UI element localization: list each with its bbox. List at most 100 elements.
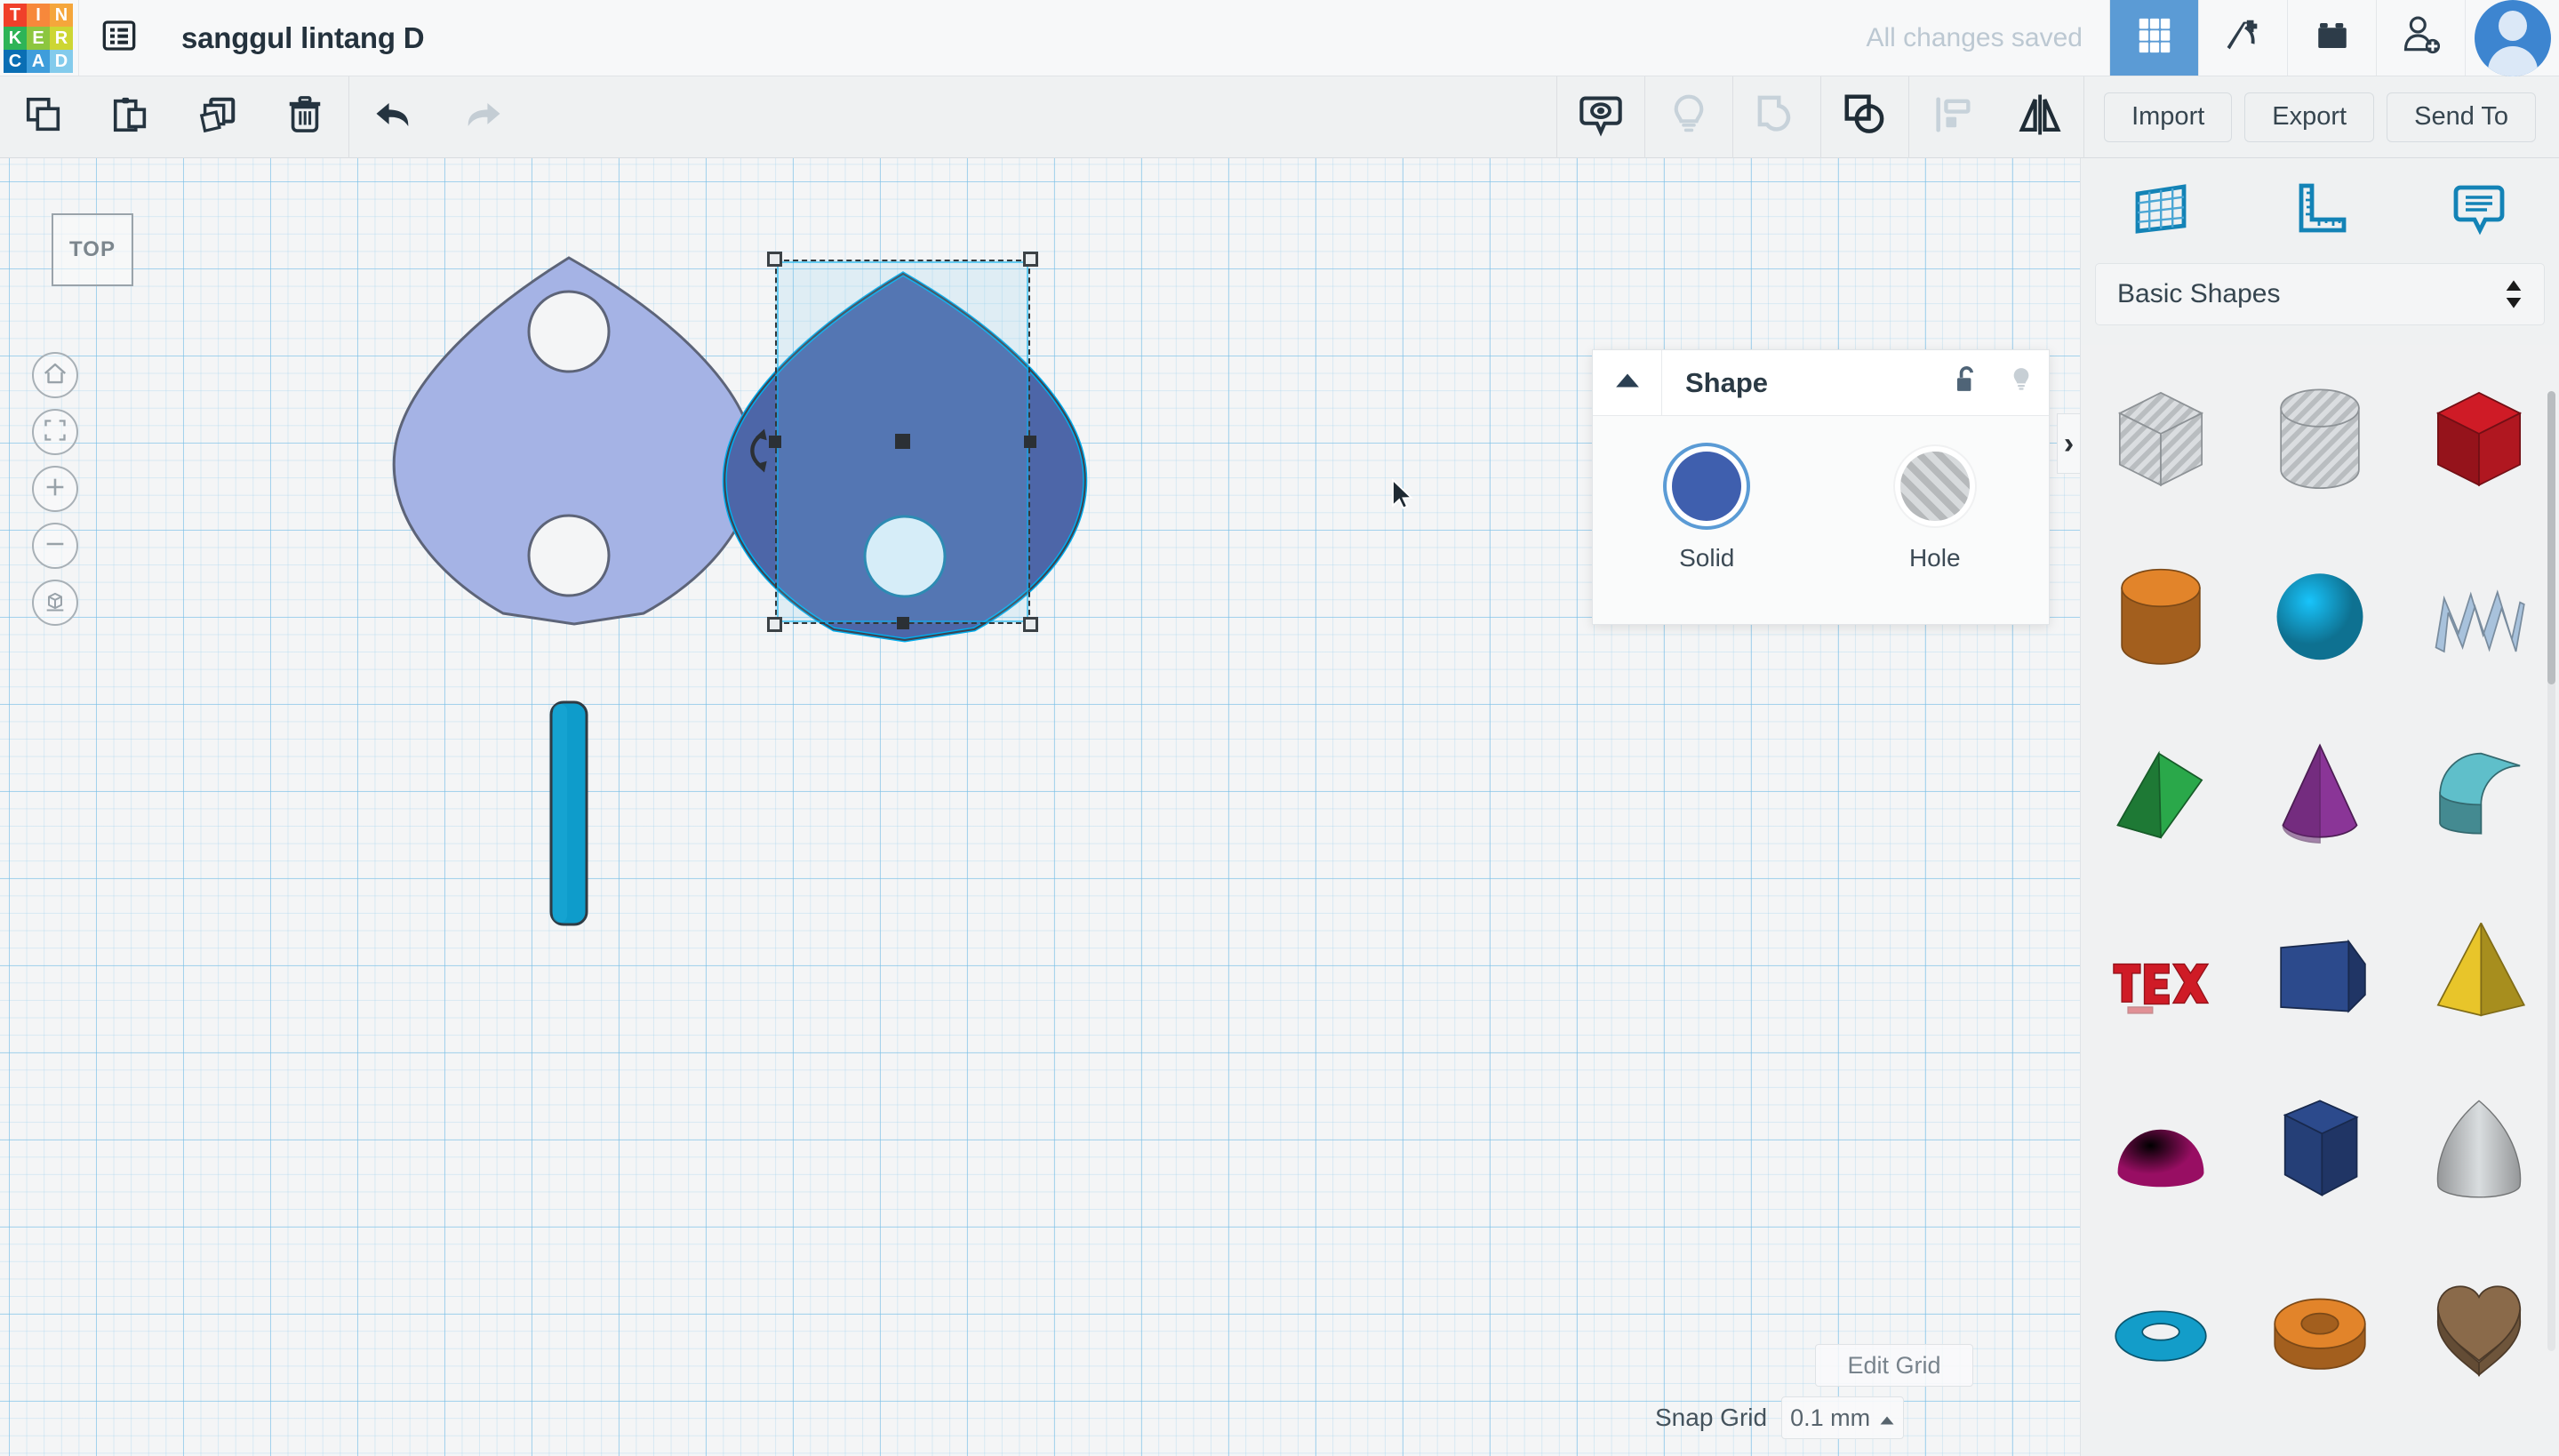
shape-popup-title: Shape <box>1685 366 1769 398</box>
grid-icon <box>2134 15 2175 60</box>
selection-bounding-box[interactable] <box>767 252 1038 632</box>
save-status: All changes saved <box>1866 22 2083 52</box>
snap-grid-select[interactable]: 0.1 mm <box>1781 1396 1905 1439</box>
edit-grid-button[interactable]: Edit Grid <box>1815 1344 1973 1387</box>
page-title[interactable]: sanggul lintang D <box>158 0 425 76</box>
shape-text[interactable] <box>2081 878 2241 1056</box>
leaf-shape-unselected[interactable] <box>392 256 756 626</box>
shape-round-roof[interactable] <box>2240 1234 2400 1412</box>
shape-box-hole-thumbnail <box>2117 391 2203 487</box>
project-menu-button[interactable] <box>78 0 158 76</box>
undo-button[interactable] <box>349 76 438 158</box>
blocks-button[interactable] <box>2287 0 2376 76</box>
redo-button[interactable] <box>438 76 527 158</box>
shape-pyramid[interactable] <box>2399 878 2559 1056</box>
resize-handle-bottom[interactable] <box>896 617 909 629</box>
shape-tube[interactable] <box>2240 878 2400 1056</box>
shape-halfsphere[interactable] <box>2081 1056 2241 1234</box>
caret-up-icon <box>1879 1404 1895 1432</box>
logo-letter-d: D <box>50 50 73 73</box>
note-tab[interactable] <box>2400 182 2559 240</box>
shape-sphere-thumbnail <box>2276 573 2363 660</box>
toolbar-actions: Import Export Send To <box>2084 92 2559 142</box>
caret-up-icon <box>1614 372 1641 394</box>
resize-handle-top-left[interactable] <box>767 252 782 267</box>
import-button[interactable]: Import <box>2104 92 2233 142</box>
solid-option[interactable]: Solid <box>1593 452 1821 572</box>
shape-sphere[interactable] <box>2240 523 2400 700</box>
shape-torus[interactable] <box>2081 1234 2241 1412</box>
solid-label: Solid <box>1679 544 1735 572</box>
shape-lock-button[interactable] <box>1939 365 1994 400</box>
tinkercad-logo[interactable]: TINKERCAD <box>0 0 78 76</box>
note-callout-icon <box>2451 182 2507 240</box>
invite-person-button[interactable] <box>2376 0 2465 76</box>
shape-cylinder-hole-thumbnail <box>2280 388 2360 489</box>
shape-visibility-button[interactable] <box>1994 365 2049 400</box>
shape-properties-popup[interactable]: Shape Solid Hole <box>1592 349 2050 625</box>
trash-icon <box>284 94 325 140</box>
group-button[interactable] <box>1733 76 1820 158</box>
shape-box-hole[interactable] <box>2081 345 2241 523</box>
shape-roof-thumbnail <box>2439 752 2521 835</box>
shape-box-thumbnail <box>2436 391 2523 487</box>
shape-box[interactable] <box>2399 345 2559 523</box>
ungroup-shapes-icon <box>1841 91 1889 143</box>
shape-cylinder-hole[interactable] <box>2240 345 2400 523</box>
copy-button[interactable] <box>0 76 87 158</box>
redo-arrow-icon <box>460 92 506 142</box>
shape-popup-collapse-button[interactable] <box>1593 349 1662 416</box>
header-spacer <box>424 0 1866 76</box>
library-scrollbar-thumb[interactable] <box>2547 391 2555 684</box>
rotate-handle[interactable] <box>736 425 775 483</box>
avatar <box>2474 0 2551 76</box>
ruler-icon <box>2292 182 2347 240</box>
shape-roof[interactable] <box>2399 700 2559 878</box>
cylinder-shape-teal[interactable] <box>549 700 588 926</box>
shape-type-options: Solid Hole <box>1593 416 2049 572</box>
main-toolbar: Import Export Send To <box>0 76 2559 158</box>
shape-polygon[interactable] <box>2240 1056 2400 1234</box>
grid-view-button[interactable] <box>2109 0 2198 76</box>
library-select-value: Basic Shapes <box>2117 279 2281 308</box>
shape-cylinder-thumbnail <box>2120 568 2201 665</box>
workplane-grid-icon <box>2132 181 2189 241</box>
workplane-tab[interactable] <box>2081 181 2240 241</box>
resize-handle-top-right[interactable] <box>1023 252 1038 267</box>
lightbulb-icon <box>2008 365 2035 400</box>
resize-handle-bottom-left[interactable] <box>767 617 782 632</box>
shape-heart[interactable] <box>2399 1234 2559 1412</box>
move-handle-center[interactable] <box>894 434 910 449</box>
shape-wedge[interactable] <box>2081 700 2241 878</box>
shape-paraboloid[interactable] <box>2399 1056 2559 1234</box>
resize-handle-right[interactable] <box>1024 436 1036 448</box>
codeblocks-button[interactable] <box>2198 0 2287 76</box>
shape-cone[interactable] <box>2240 700 2400 878</box>
duplicate-layers-icon <box>197 94 238 140</box>
shape-library-panel: Basic Shapes <box>2080 158 2559 1456</box>
shape-scribble[interactable] <box>2399 523 2559 700</box>
shape-pyramid-thumbnail <box>2436 922 2526 1017</box>
design-canvas[interactable]: TOP › Edit Grid Snap Grid 0.1 mm Shape S… <box>0 158 2080 1456</box>
resize-handle-bottom-right[interactable] <box>1023 617 1038 632</box>
shape-cylinder[interactable] <box>2081 523 2241 700</box>
duplicate-button[interactable] <box>174 76 261 158</box>
send-to-button[interactable]: Send To <box>2387 92 2536 142</box>
align-button[interactable] <box>1909 76 1996 158</box>
ungroup-button[interactable] <box>1821 76 1908 158</box>
hint-button[interactable] <box>1645 76 1732 158</box>
pickaxe-icon <box>2223 15 2264 60</box>
logo-letter-n: N <box>50 4 73 27</box>
workplane-button[interactable] <box>1557 76 1644 158</box>
app-header: TINKERCAD sanggul lintang D All changes … <box>0 0 2559 76</box>
hole-option[interactable]: Hole <box>1821 452 2050 572</box>
paste-button[interactable] <box>87 76 174 158</box>
ruler-tab[interactable] <box>2240 182 2399 240</box>
delete-button[interactable] <box>261 76 348 158</box>
logo-letter-r: R <box>50 27 73 50</box>
export-button[interactable]: Export <box>2244 92 2375 142</box>
right-panel-toggle[interactable]: › <box>2057 413 2080 474</box>
mirror-button[interactable] <box>1996 76 2083 158</box>
user-avatar[interactable] <box>2465 0 2559 76</box>
library-select[interactable]: Basic Shapes <box>2095 263 2545 325</box>
